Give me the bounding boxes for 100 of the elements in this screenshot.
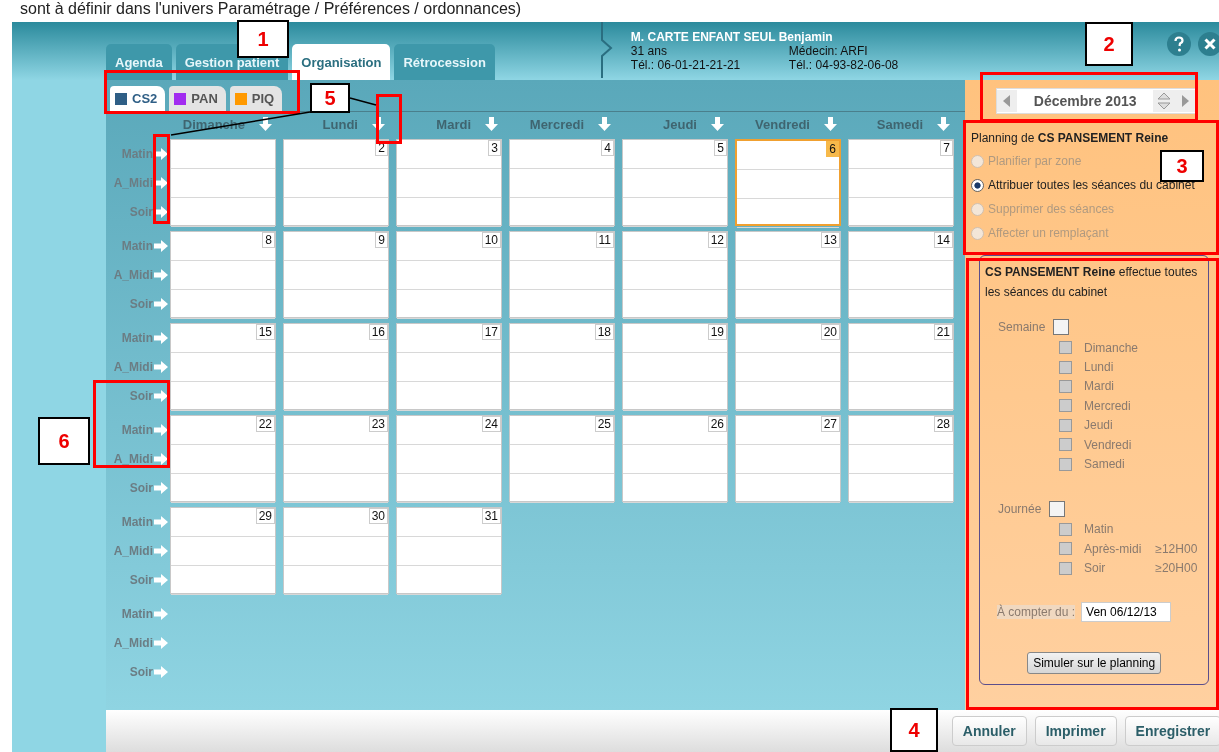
day-cell[interactable]: 18 — [509, 323, 615, 410]
checkbox[interactable] — [1049, 500, 1066, 517]
right-arrow-icon[interactable] — [154, 360, 168, 373]
right-arrow-icon[interactable] — [154, 147, 168, 160]
day-cell[interactable]: 5 — [622, 139, 728, 226]
doctor-phone: Tél.: 04-93-82-06-08 — [788, 58, 899, 72]
day-cell[interactable]: 24 — [396, 415, 502, 502]
day-number: 27 — [820, 416, 840, 432]
day-number: 8 — [262, 232, 275, 248]
doctor-name: Médecin: ARFI — [788, 44, 869, 58]
day-cell[interactable]: 4 — [509, 139, 615, 226]
day-cell[interactable]: 25 — [509, 415, 615, 502]
day-cell[interactable]: 8 — [170, 231, 276, 318]
footer-button[interactable]: Enregistrer — [1124, 716, 1219, 746]
down-arrow-icon[interactable] — [259, 117, 272, 131]
day-cell[interactable]: 14 — [848, 231, 954, 318]
checkbox-label: Samedi — [1084, 457, 1125, 472]
day-cell[interactable]: 27 — [735, 415, 841, 502]
next-icon[interactable] — [1175, 90, 1196, 112]
day-cell[interactable]: 17 — [396, 323, 502, 410]
day-cell[interactable]: 28 — [848, 415, 954, 502]
radio-button[interactable] — [971, 178, 984, 192]
right-arrow-icon[interactable] — [154, 389, 168, 402]
day-number: 12 — [707, 232, 727, 248]
right-arrow-icon[interactable] — [154, 665, 168, 678]
slot-label: A_Midi — [113, 359, 153, 374]
callout-number: 4 — [890, 708, 938, 752]
day-cell[interactable]: 21 — [848, 323, 954, 410]
checkbox[interactable] — [1053, 319, 1070, 335]
highlight-frame — [376, 94, 402, 144]
day-cell[interactable]: 23 — [283, 415, 389, 502]
right-arrow-icon[interactable] — [154, 331, 168, 344]
patient-name: M. CARTE ENFANT SEUL Benjamin — [630, 30, 834, 44]
start-date-field[interactable]: Ven 06/12/13 — [1081, 601, 1172, 622]
day-cell[interactable]: 6 — [735, 139, 841, 226]
day-cell[interactable]: 30 — [283, 507, 389, 594]
spinner-icon[interactable] — [1153, 90, 1176, 112]
footer-button[interactable]: Imprimer — [1034, 716, 1117, 746]
start-date-label: À compter du : — [997, 604, 1076, 619]
day-cell[interactable]: 29 — [170, 507, 276, 594]
day-cell[interactable]: 20 — [735, 323, 841, 410]
day-number: 24 — [481, 416, 501, 432]
day-cell[interactable]: 10 — [396, 231, 502, 318]
right-arrow-icon[interactable] — [154, 297, 168, 310]
close-icon[interactable] — [1198, 32, 1219, 56]
checkbox-label: Soir — [1084, 561, 1106, 576]
day-cell[interactable]: 22 — [170, 415, 276, 502]
slot-label: Soir — [129, 572, 153, 587]
category-tab[interactable]: PAN — [169, 86, 226, 111]
day-number: 5 — [714, 140, 727, 156]
day-cell[interactable]: 7 — [848, 139, 954, 226]
day-number: 22 — [255, 416, 275, 432]
day-number: 11 — [595, 232, 614, 248]
group-label: Journée — [998, 501, 1042, 516]
category-tab[interactable]: CS2 — [110, 86, 166, 111]
right-arrow-icon[interactable] — [154, 205, 168, 218]
help-icon[interactable] — [1167, 32, 1192, 56]
weekday-header: Samedi — [876, 116, 923, 132]
slot-label: Matin — [121, 514, 153, 529]
day-number: 6 — [826, 141, 839, 157]
day-cell[interactable]: 9 — [283, 231, 389, 318]
day-cell[interactable]: 26 — [622, 415, 728, 502]
day-cell[interactable]: 3 — [396, 139, 502, 226]
right-arrow-icon[interactable] — [154, 515, 168, 528]
day-cell[interactable]: 13 — [735, 231, 841, 318]
month-value: Décembre 2013 — [1032, 93, 1138, 109]
right-arrow-icon[interactable] — [154, 544, 168, 557]
right-arrow-icon[interactable] — [154, 636, 168, 649]
checkbox-label: Lundi — [1084, 360, 1114, 375]
simulate-button[interactable]: Simuler sur le planning — [1027, 652, 1162, 674]
slot-label: Matin — [121, 238, 153, 253]
right-arrow-icon[interactable] — [154, 423, 168, 436]
previous-icon[interactable] — [997, 90, 1018, 112]
footer-button[interactable]: Annuler — [951, 716, 1027, 746]
day-cell[interactable]: 31 — [396, 507, 502, 594]
right-arrow-icon[interactable] — [154, 176, 168, 189]
right-arrow-icon[interactable] — [154, 481, 168, 494]
day-cell[interactable] — [170, 139, 276, 226]
day-cell[interactable]: 11 — [509, 231, 615, 318]
day-cell[interactable]: 15 — [170, 323, 276, 410]
slot-label: A_Midi — [113, 451, 153, 466]
divider-chevron-icon — [600, 22, 613, 78]
day-number: 30 — [368, 508, 388, 524]
slot-label: A_Midi — [113, 175, 153, 190]
right-arrow-icon[interactable] — [154, 268, 168, 281]
month-picker[interactable]: Décembre 2013 — [996, 88, 1197, 114]
day-cell[interactable]: 12 — [622, 231, 728, 318]
slot-label: Matin — [121, 422, 153, 437]
right-arrow-icon[interactable] — [154, 452, 168, 465]
checkbox-label: Après-midi — [1084, 541, 1142, 556]
weekday-header: Mardi — [436, 116, 471, 132]
day-cell[interactable]: 19 — [622, 323, 728, 410]
callout-number: 1 — [237, 20, 289, 58]
category-tab[interactable]: PIQ — [229, 86, 283, 111]
tab[interactable]: Organisation — [292, 44, 391, 80]
day-cell[interactable]: 16 — [283, 323, 389, 410]
right-arrow-icon[interactable] — [154, 239, 168, 252]
right-arrow-icon[interactable] — [154, 573, 168, 586]
right-arrow-icon[interactable] — [154, 607, 168, 620]
day-number: 7 — [940, 140, 953, 156]
